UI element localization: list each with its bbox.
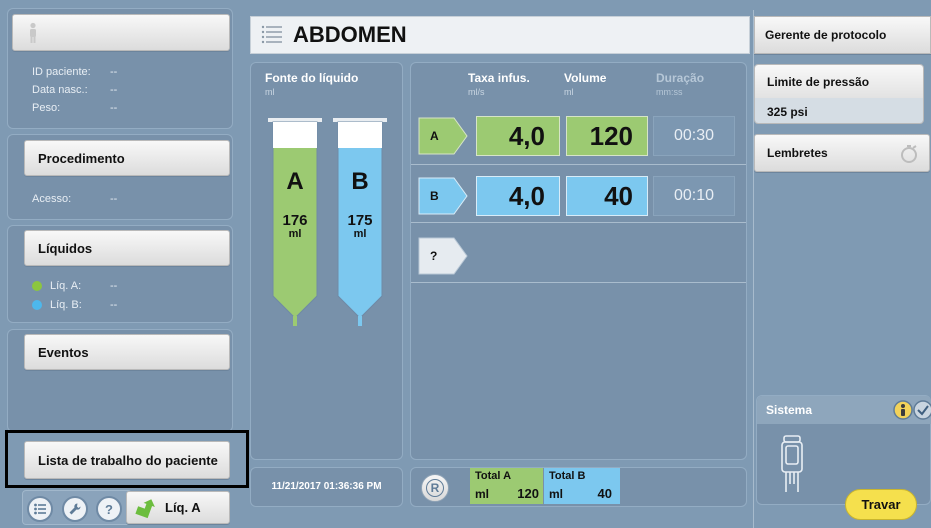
birth-date-value: -- [110, 84, 118, 96]
phase-a-rate[interactable]: 4,0 [476, 116, 560, 156]
phase-b-volume[interactable]: 40 [566, 176, 648, 216]
liquid-a-button[interactable]: Líq. A [126, 491, 230, 524]
phase-a-duration: 00:30 [653, 116, 735, 156]
volume-header: Volume [564, 71, 607, 85]
patient-worklist-button[interactable]: Lista de trabalho do paciente [24, 441, 230, 479]
rate-header-unit: ml/s [468, 87, 485, 97]
events-button[interactable]: Eventos [24, 334, 230, 370]
system-label: Sistema [766, 403, 813, 417]
lock-button[interactable]: Travar [845, 489, 917, 520]
phase-divider-3 [411, 282, 746, 283]
protocol-title: ABDOMEN [293, 22, 407, 47]
wrench-icon [69, 503, 81, 515]
reminders-label: Lembretes [767, 146, 828, 160]
weight-value: -- [110, 102, 118, 114]
phase-b-tag-label: B [430, 189, 439, 203]
pressure-limit-value: 325 psi [755, 98, 923, 123]
list-menu-icon [261, 25, 282, 44]
syringe-a-volume: 176 [282, 212, 308, 229]
timestamp: 11/21/2017 01:36:36 PM [271, 481, 382, 492]
procedure-button[interactable]: Procedimento [24, 140, 230, 176]
total-a-unit: ml [475, 487, 490, 501]
pressure-limit-label: Limite de pressão [755, 65, 923, 98]
syringe-a-letter: A [286, 168, 304, 195]
liquid-b-dot [32, 300, 42, 310]
total-a-value: 120 [517, 486, 539, 501]
help-button[interactable]: ? [96, 496, 122, 522]
syringe-a-unit: ml [288, 228, 302, 240]
phase-b-duration: 00:10 [653, 176, 735, 216]
list-icon [34, 503, 46, 515]
reset-button[interactable]: R [421, 474, 449, 502]
volume-header-unit: ml [564, 87, 574, 97]
phase-divider-2 [411, 222, 746, 223]
add-phase-label: ? [430, 249, 438, 263]
add-phase-tag[interactable] [418, 237, 468, 275]
patient-id-value: -- [110, 66, 118, 78]
protocol-manager-button[interactable]: Gerente de protocolo [754, 16, 931, 54]
patient-id-label: ID paciente: [32, 66, 91, 78]
birth-date-label: Data nasc.: [32, 84, 88, 96]
weight-label: Peso: [32, 102, 61, 114]
liquids-button[interactable]: Líquidos [24, 230, 230, 266]
title-bar: ABDOMEN [250, 16, 750, 54]
phase-a-volume[interactable]: 120 [566, 116, 648, 156]
pressure-limit-card[interactable]: Limite de pressão 325 psi [754, 64, 924, 124]
help-icon: ? [105, 502, 113, 516]
fluid-source-title: Fonte do líquido [265, 71, 359, 85]
phase-a-tag-label: A [430, 129, 439, 143]
reminders-button[interactable]: Lembretes [754, 134, 930, 172]
access-value: -- [110, 193, 118, 205]
duration-header-unit: mm:ss [656, 87, 683, 97]
liquid-a-value: -- [110, 280, 118, 292]
arrow-up-right-icon [135, 498, 155, 518]
syringe-b-volume: 175 [347, 212, 373, 229]
total-b-unit: ml [549, 487, 564, 501]
injector-head-icon [781, 435, 803, 492]
phase-b-rate[interactable]: 4,0 [476, 176, 560, 216]
syringe-b-letter: B [351, 168, 369, 195]
timer-icon [901, 145, 917, 163]
liquid-a-dot [32, 281, 42, 291]
syringe-b-unit: ml [353, 228, 367, 240]
duration-header: Duração [656, 71, 705, 85]
total-b-value: 40 [597, 486, 612, 501]
liquid-b-value: -- [110, 299, 118, 311]
total-a-title: Total A [475, 470, 512, 482]
total-a: Total A ml 120 [470, 468, 543, 504]
fluid-source-unit: ml [265, 87, 275, 97]
reset-label: R [426, 479, 444, 497]
injector-console: ID paciente: -- Data nasc.: -- Peso: -- … [0, 0, 931, 528]
patient-status-icon [893, 400, 913, 420]
rate-header: Taxa infus. [468, 71, 530, 85]
total-b: Total B ml 40 [544, 468, 620, 504]
phase-b-tag[interactable] [418, 177, 468, 215]
total-b-title: Total B [549, 470, 586, 482]
person-icon [30, 22, 36, 43]
tools-button[interactable] [62, 496, 88, 522]
access-label: Acesso: [32, 193, 72, 205]
list-menu-button[interactable] [27, 496, 53, 522]
liquid-b-label: Líq. B: [50, 299, 82, 311]
liquid-a-label: Líq. A: [50, 280, 82, 292]
liquid-a-button-label: Líq. A [165, 500, 201, 515]
svg-text:?: ? [105, 502, 113, 516]
phase-divider-1 [411, 164, 746, 165]
patient-button[interactable] [12, 14, 230, 51]
phase-a-tag[interactable] [418, 117, 468, 155]
check-status-icon [913, 400, 931, 420]
